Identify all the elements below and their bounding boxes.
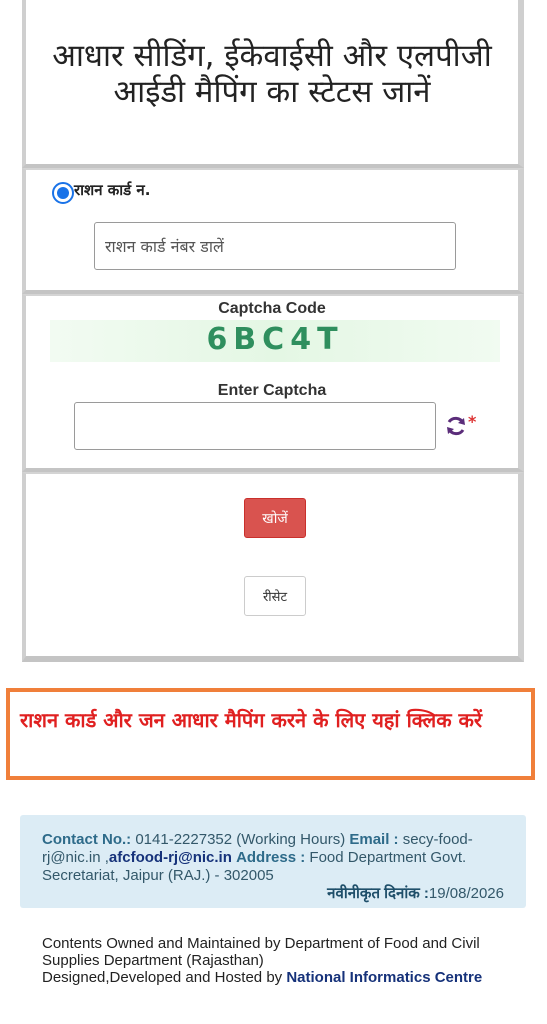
last-updated: नवीनीकृत दिनांक :19/08/2026: [327, 885, 504, 903]
footer: Contents Owned and Maintained by Departm…: [42, 935, 522, 986]
captcha-image: 6BC4T: [50, 320, 500, 362]
search-button[interactable]: खोजें: [244, 498, 306, 538]
ration-card-section: राशन कार्ड न.: [22, 168, 524, 294]
address-label: Address :: [236, 849, 306, 866]
title-panel: आधार सीडिंग, ईकेवाईसी और एलपीजी आईडी मैप…: [22, 0, 524, 168]
reset-button[interactable]: रीसेट: [244, 576, 306, 616]
page-title: आधार सीडिंग, ईकेवाईसी और एलपीजी आईडी मैप…: [52, 38, 492, 110]
contact-phone: 0141-2227352 (Working Hours): [135, 831, 346, 848]
ration-card-radio[interactable]: [52, 182, 74, 204]
footer-ownership: Contents Owned and Maintained by Departm…: [42, 935, 480, 969]
captcha-code-text: 6BC4T: [206, 322, 344, 357]
updated-date: 19/08/2026: [428, 885, 504, 902]
footer-credits-prefix: Designed,Developed and Hosted by: [42, 969, 283, 986]
captcha-section: Captcha Code 6BC4T Enter Captcha *: [22, 294, 524, 472]
jan-aadhaar-mapping-link[interactable]: राशन कार्ड और जन आधार मैपिंग करने के लिए…: [20, 706, 521, 734]
ration-card-radio-label: राशन कार्ड न.: [74, 181, 151, 199]
refresh-icon[interactable]: [444, 414, 468, 438]
email-secondary-link[interactable]: afcfood-rj@nic.in: [109, 849, 232, 866]
updated-label: नवीनीकृत दिनांक :: [327, 885, 429, 902]
footer-credits: Designed,Developed and Hosted by Nationa…: [42, 969, 522, 986]
captcha-input[interactable]: [74, 402, 436, 450]
nic-link[interactable]: National Informatics Centre: [286, 969, 482, 986]
contact-label: Contact No.:: [42, 831, 132, 848]
ration-card-input[interactable]: [94, 222, 456, 270]
action-buttons-section: खोजें रीसेट: [22, 472, 524, 662]
enter-captcha-heading: Enter Captcha: [217, 382, 327, 399]
captcha-code-heading: Captcha Code: [218, 300, 326, 317]
contact-info-box: Contact No.: 0141-2227352 (Working Hours…: [20, 815, 526, 908]
email-label: Email :: [349, 831, 399, 848]
mapping-notice-box: राशन कार्ड और जन आधार मैपिंग करने के लिए…: [6, 688, 535, 780]
required-asterisk: *: [468, 412, 477, 431]
